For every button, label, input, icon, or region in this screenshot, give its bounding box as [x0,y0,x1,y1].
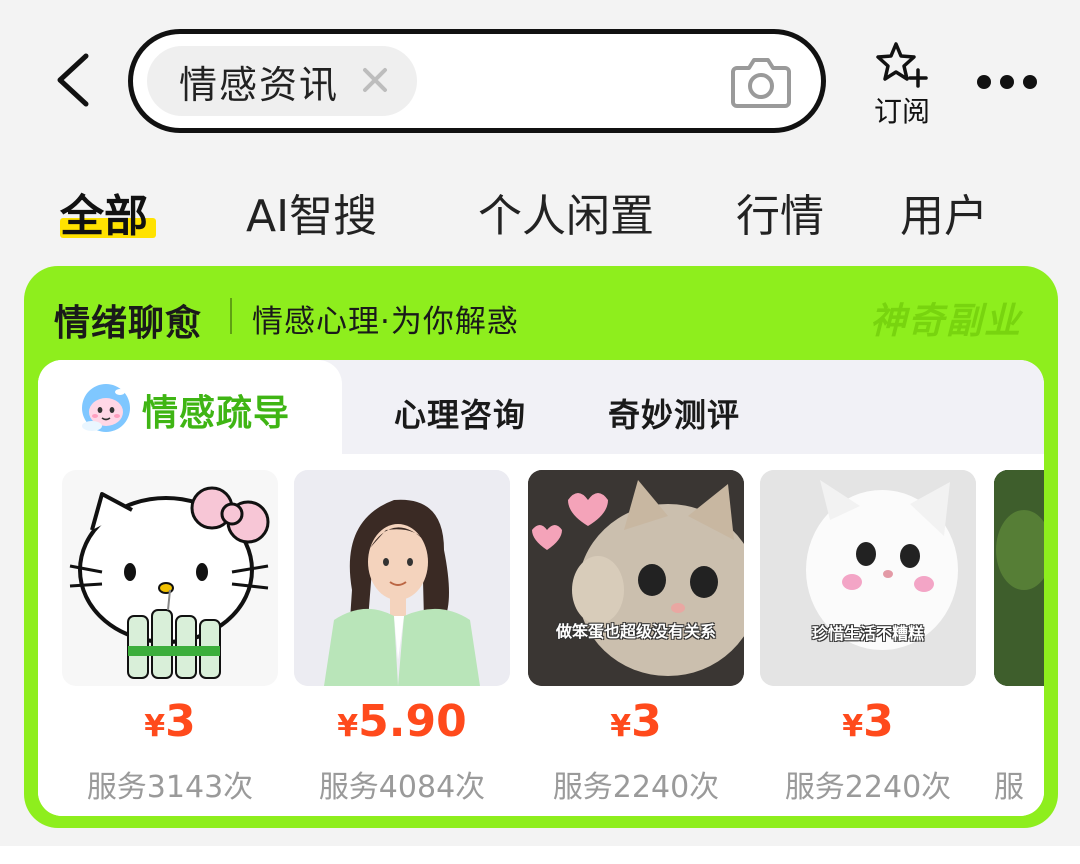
card-title: 情绪聊愈 [54,303,203,344]
image-caption: 做笨蛋也超级没有关系 [555,622,716,641]
tab-market[interactable]: 行情 [736,180,824,244]
service-count: 服务2240次 [552,770,720,805]
image-caption: 珍惜生活不糟糕 [811,624,924,643]
more-icon[interactable] [972,70,1042,94]
service-item[interactable]: 服 [994,470,1044,805]
tab-personal-idle[interactable]: 个人闲置 [478,180,654,244]
card-content: 情感疏导 心理咨询 奇妙测评 ¥3 服务3143次 ¥5.90 服务4084次 … [38,360,1044,816]
service-count: 服 [994,770,1024,805]
price: ¥3 [610,696,662,747]
card-brand-logo: 神奇副业 [869,301,1022,342]
cloud-mascot-icon [80,382,132,434]
service-count: 服务4084次 [318,770,486,805]
subscribe-label: 订阅 [873,95,930,128]
emotional-healing-card: 情绪聊愈 情感心理·为你解惑 神奇副业 情感疏导 心理咨询 奇妙测评 ¥3 服务… [24,266,1058,828]
subscribe-button[interactable]: 订阅 [862,38,942,134]
search-keyword-chip[interactable]: 情感资讯 [147,46,417,116]
cat-meme-image: 做笨蛋也超级没有关系 [528,470,744,686]
search-tabs: 全部 AI智搜 个人闲置 行情 用户 [0,170,1080,250]
tab-ai-search[interactable]: AI智搜 [246,180,377,244]
price: ¥5.90 [337,696,467,747]
service-item[interactable]: 做笨蛋也超级没有关系 ¥3 服务2240次 [528,470,744,805]
hello-kitty-image [62,470,278,686]
star-plus-icon [876,42,928,88]
service-item[interactable]: ¥3 服务3143次 [62,470,278,805]
tab-users[interactable]: 用户 [900,180,988,244]
price: ¥3 [842,696,894,747]
service-item[interactable]: ¥5.90 服务4084次 [294,470,510,805]
subtab-emotional-guidance[interactable]: 情感疏导 [38,360,342,454]
woman-illustration-image [294,470,510,686]
forest-image [994,470,1044,686]
service-count: 服务3143次 [86,770,254,805]
search-chip-text: 情感资讯 [179,62,340,107]
top-bar: 情感资讯 订阅 [0,0,1080,150]
card-subtitle: 情感心理·为你解惑 [252,304,519,340]
subtab-fun-assessment[interactable]: 奇妙测评 [608,390,740,436]
tab-all[interactable]: 全部 [60,180,148,244]
next-section-edge [0,846,1080,864]
card-subtabs: 情感疏导 心理咨询 奇妙测评 [38,360,1044,454]
service-item[interactable]: 珍惜生活不糟糕 ¥3 服务2240次 [760,470,976,805]
back-icon[interactable] [52,50,96,110]
clear-icon[interactable] [355,60,395,100]
subtab-psychological-consulting[interactable]: 心理咨询 [394,390,526,436]
white-cat-meme-image: 珍惜生活不糟糕 [760,470,976,686]
price: ¥3 [144,696,196,747]
service-list: ¥3 服务3143次 ¥5.90 服务4084次 做笨蛋也超级没有关系 ¥3 服… [38,454,1044,816]
divider [230,298,232,334]
search-bar[interactable]: 情感资讯 [128,29,826,133]
camera-icon[interactable] [729,54,793,110]
service-count: 服务2240次 [784,770,952,805]
subtab-label: 情感疏导 [142,393,291,434]
